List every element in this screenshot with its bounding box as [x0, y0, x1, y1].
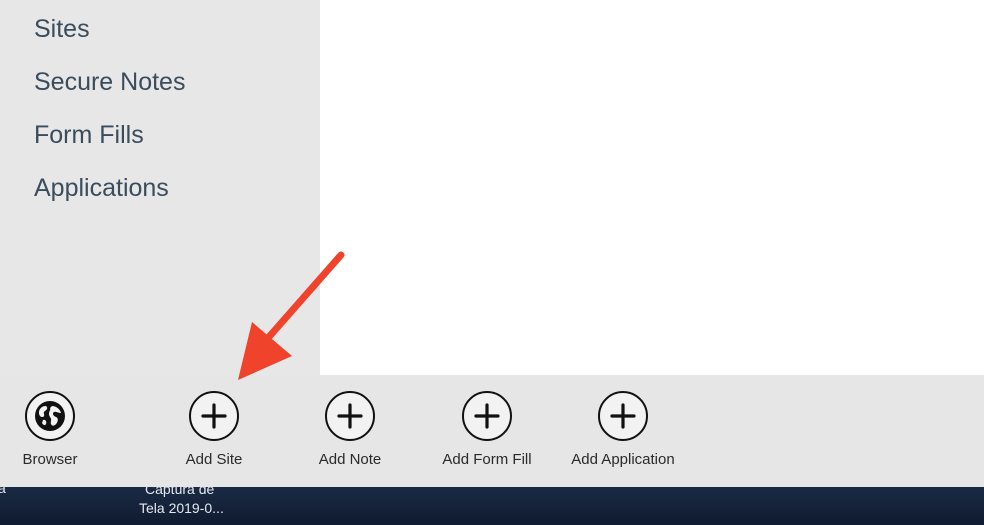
add-form-fill-button[interactable]: Add Form Fill — [422, 391, 552, 468]
plus-circle-icon — [189, 391, 239, 441]
globe-icon — [25, 391, 75, 441]
plus-circle-icon — [462, 391, 512, 441]
browser-button-label: Browser — [22, 451, 78, 468]
bottom-app-bar: Browser Add Site Add Note Add Form Fill … — [0, 375, 984, 487]
add-note-button-label: Add Note — [318, 451, 382, 468]
plus-circle-icon — [598, 391, 648, 441]
sidebar-item-sites[interactable]: Sites — [34, 15, 90, 44]
browser-button[interactable]: Browser — [0, 391, 115, 468]
sidebar-item-form-fills[interactable]: Form Fills — [34, 121, 144, 150]
os-taskbar: a Captura de Tela 2019-0... — [0, 487, 984, 525]
add-application-button[interactable]: Add Application — [558, 391, 688, 468]
sidebar-item-secure-notes[interactable]: Secure Notes — [34, 68, 185, 97]
taskbar-item-line1: Captura de — [145, 487, 215, 497]
add-note-button[interactable]: Add Note — [285, 391, 415, 468]
taskbar-item-line2: Tela 2019-0... — [139, 500, 224, 516]
add-site-button-label: Add Site — [185, 451, 243, 468]
plus-circle-icon — [325, 391, 375, 441]
add-site-button[interactable]: Add Site — [149, 391, 279, 468]
add-application-button-label: Add Application — [571, 451, 675, 468]
navigation-sidebar: Sites Secure Notes Form Fills Applicatio… — [0, 0, 320, 375]
main-content-area — [320, 0, 984, 375]
taskbar-edge-text: a — [0, 487, 6, 496]
add-form-fill-button-label: Add Form Fill — [442, 451, 532, 468]
sidebar-item-applications[interactable]: Applications — [34, 174, 169, 203]
